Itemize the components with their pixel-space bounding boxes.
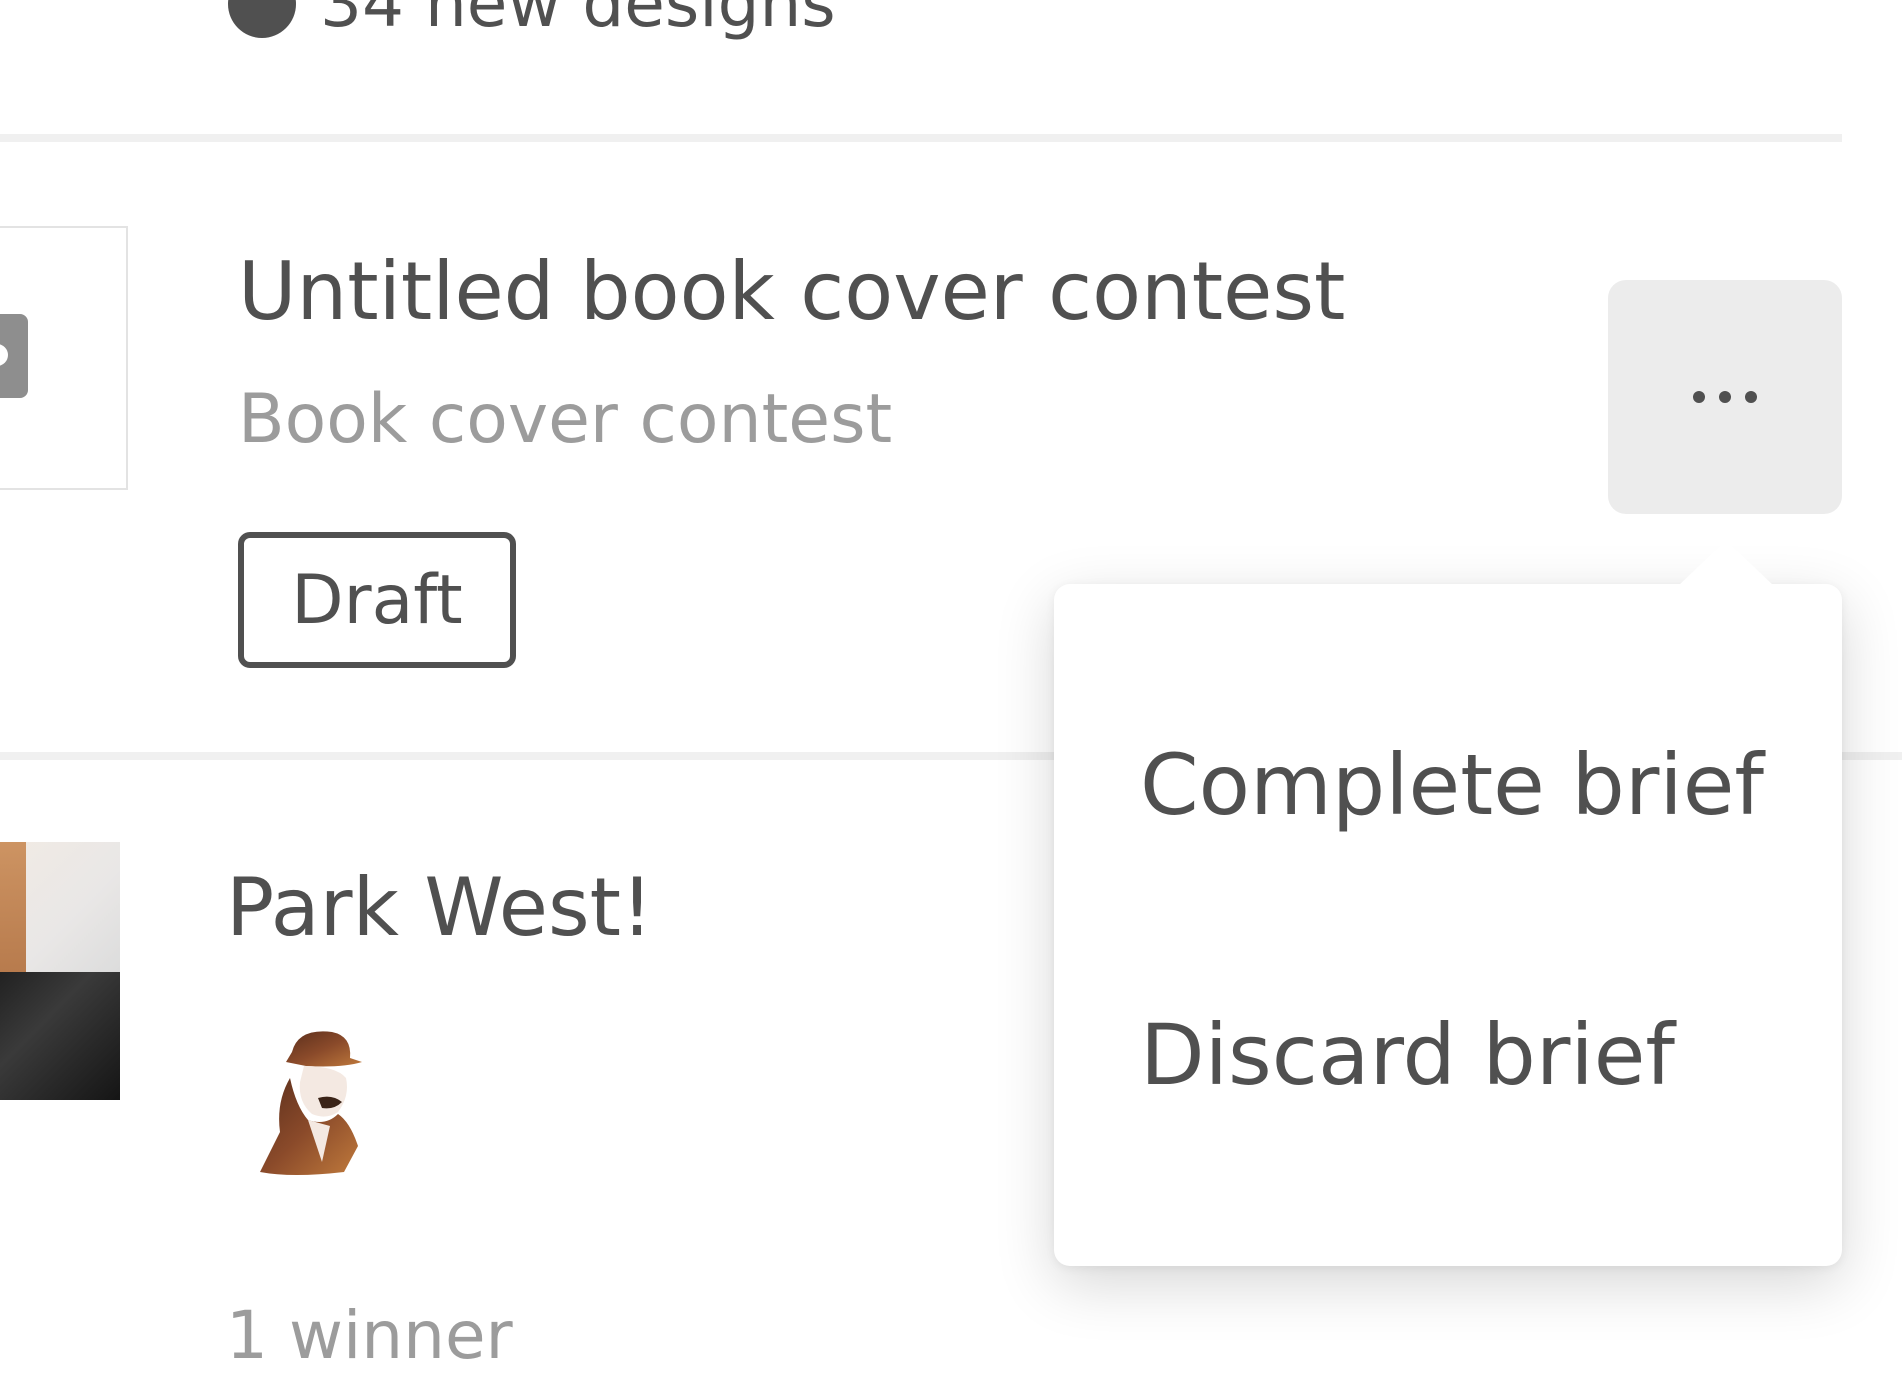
ellipsis-icon [1745, 391, 1757, 403]
detective-avatar-icon [260, 1031, 362, 1175]
contest-thumbnail[interactable] [0, 842, 120, 1100]
image-placeholder-icon [0, 314, 28, 398]
menu-item-complete-brief[interactable]: Complete brief [1140, 730, 1764, 840]
more-options-menu: Complete brief Discard brief [1054, 540, 1842, 1266]
logo-mockup-dark [0, 972, 120, 1100]
info-icon [228, 0, 296, 38]
more-options-button[interactable] [1608, 280, 1842, 514]
divider [0, 134, 1842, 142]
contest-type: Book cover contest [238, 380, 893, 459]
logo-mockup-light [0, 842, 120, 972]
mockup-accent [0, 842, 26, 972]
new-designs-info: 34 new designs [228, 0, 836, 38]
designer-avatar[interactable] [246, 1022, 380, 1178]
contest-title[interactable]: Park West! [226, 860, 653, 956]
ellipsis-icon [1693, 391, 1705, 403]
ellipsis-icon [1719, 391, 1731, 403]
status-badge: Draft [238, 532, 516, 668]
menu-item-discard-brief[interactable]: Discard brief [1140, 1000, 1675, 1110]
contest-title[interactable]: Untitled book cover contest [238, 244, 1345, 340]
contest-thumbnail-placeholder[interactable] [0, 226, 128, 490]
winner-count: 1 winner [226, 1297, 513, 1374]
new-designs-text: 34 new designs [320, 0, 836, 42]
